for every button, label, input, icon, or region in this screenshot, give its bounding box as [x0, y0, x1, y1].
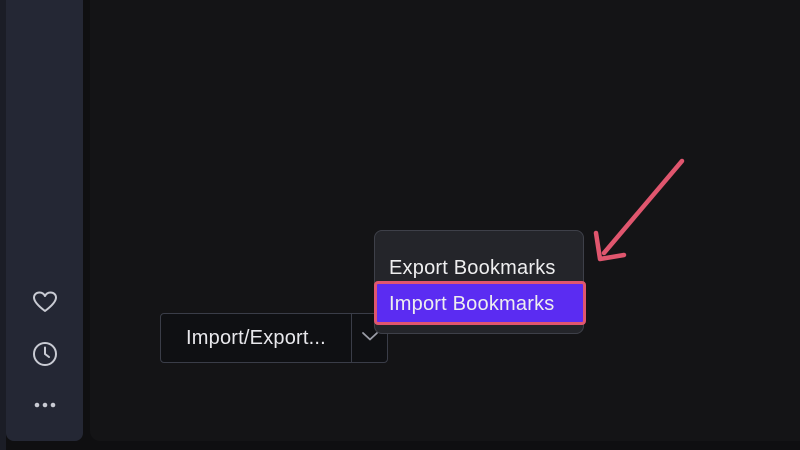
- clock-icon[interactable]: [32, 341, 58, 367]
- main-panel: [90, 0, 800, 441]
- menu-item-export-bookmarks[interactable]: Export Bookmarks: [375, 253, 583, 283]
- more-icon[interactable]: [32, 392, 58, 418]
- annotation-arrow-icon: [590, 155, 690, 270]
- heart-icon[interactable]: [32, 289, 58, 315]
- import-export-button[interactable]: Import/Export...: [161, 314, 352, 362]
- import-export-split-button: Import/Export...: [160, 313, 388, 363]
- import-export-menu: Export Bookmarks Import Bookmarks: [374, 230, 586, 334]
- app-window: Import/Export... Export Bookmarks Import…: [0, 0, 800, 450]
- menu-item-import-bookmarks[interactable]: Import Bookmarks: [374, 281, 586, 325]
- sidebar: [6, 0, 83, 441]
